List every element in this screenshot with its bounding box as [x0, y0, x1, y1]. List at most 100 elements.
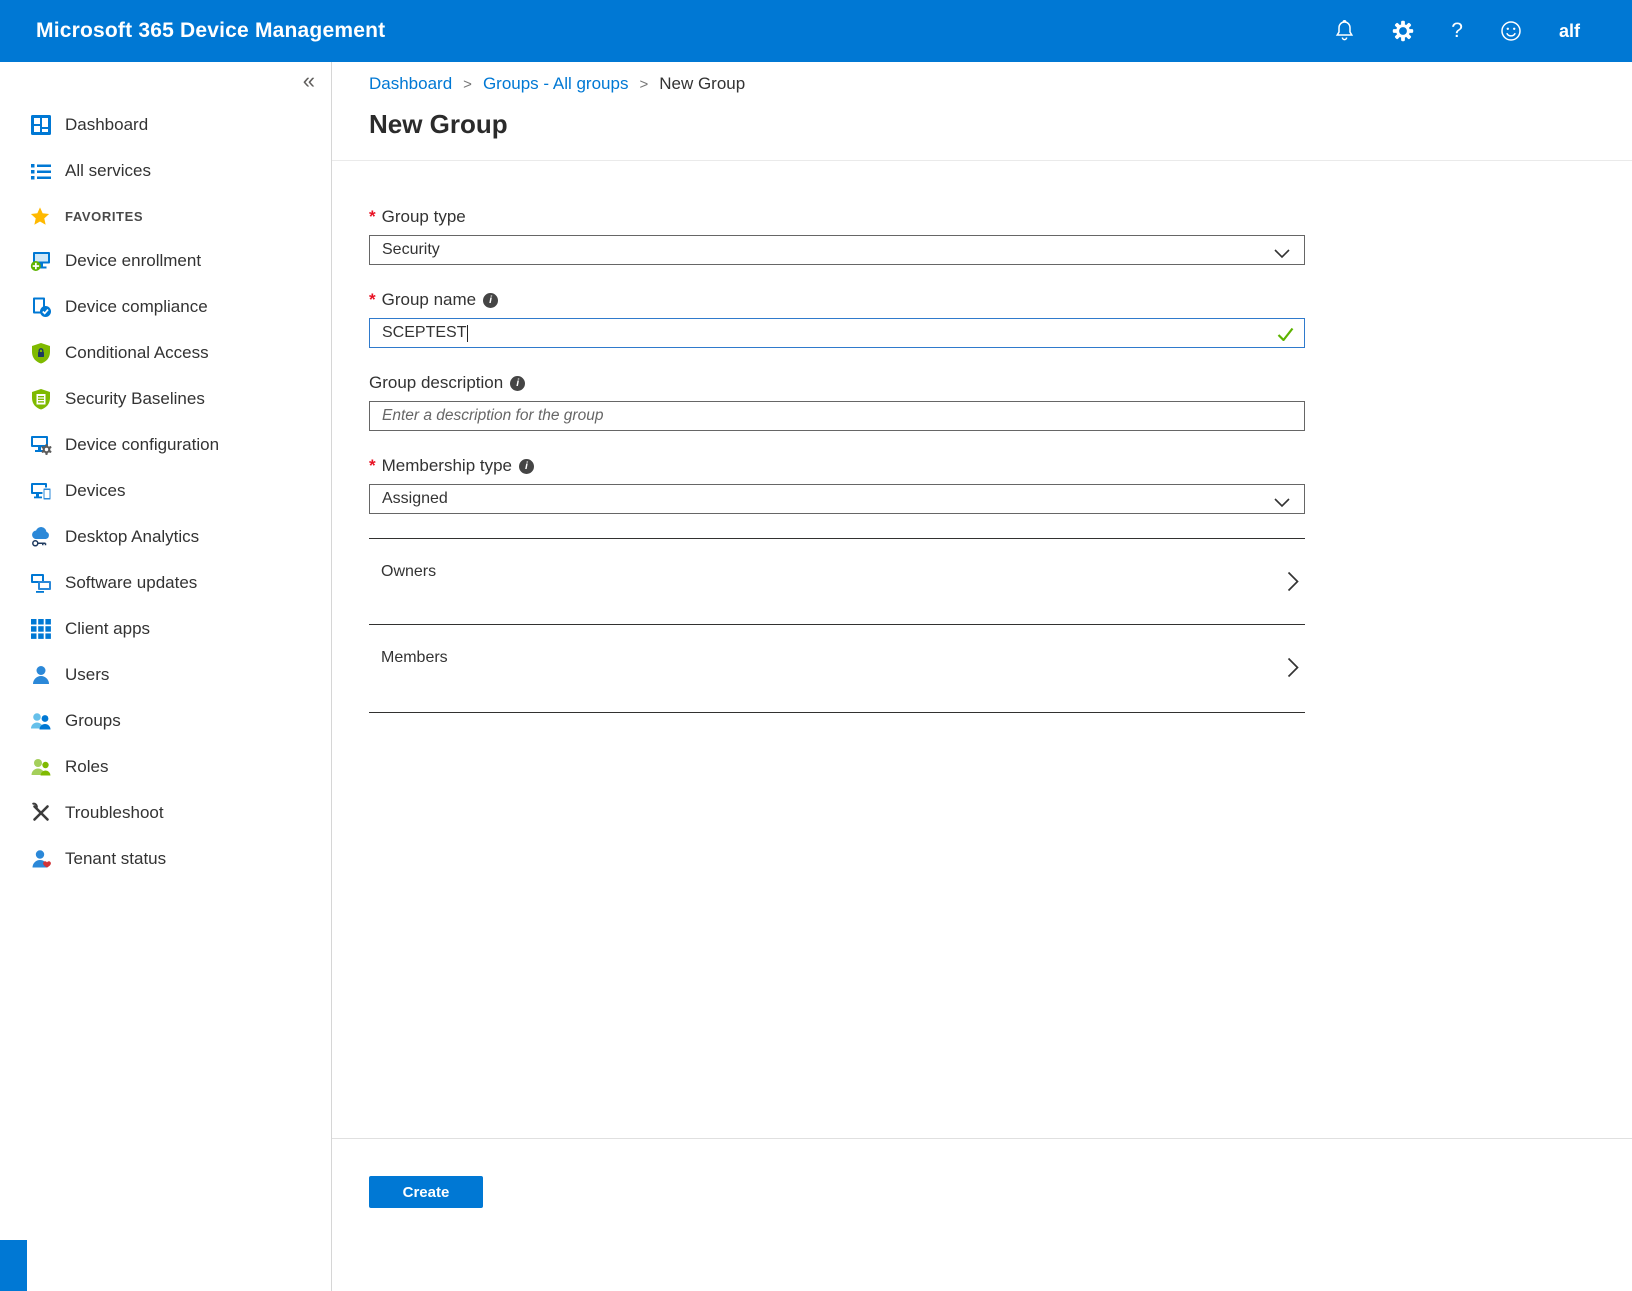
breadcrumb-separator-icon: >: [463, 76, 472, 93]
members-label: Members: [381, 649, 448, 667]
info-icon: i: [510, 376, 525, 391]
security-baselines-shield-icon: [30, 388, 52, 410]
group-type-label: * Group type: [369, 206, 1305, 228]
sidebar-item-all-services[interactable]: All services: [0, 148, 331, 194]
dashboard-icon: [30, 114, 52, 136]
membership-type-value: Assigned: [382, 490, 448, 508]
help-icon[interactable]: ?: [1451, 19, 1463, 43]
breadcrumb-dashboard[interactable]: Dashboard: [369, 74, 452, 94]
sidebar-item-label: Roles: [65, 757, 108, 777]
sidebar-item-label: Device configuration: [65, 435, 219, 455]
breadcrumb-separator-icon: >: [639, 76, 648, 93]
topbar-actions: ? alf: [1334, 19, 1632, 43]
sidebar-item-device-configuration[interactable]: Device configuration: [0, 422, 331, 468]
favorites-heading-label: FAVORITES: [65, 209, 143, 224]
sidebar: « Dashboard All services FAVORITES: [0, 62, 332, 1291]
desktop-analytics-cloud-icon: [30, 526, 52, 548]
sidebar-item-client-apps[interactable]: Client apps: [0, 606, 331, 652]
sidebar-item-label: Security Baselines: [65, 389, 205, 409]
required-marker: *: [369, 290, 376, 310]
users-person-icon: [30, 664, 52, 686]
membership-type-field: * Membership type i Assigned: [369, 455, 1305, 514]
group-description-field: Group description i: [369, 372, 1305, 431]
new-group-form: * Group type Security * Group name i: [369, 206, 1305, 713]
footer-divider: [332, 1138, 1632, 1139]
sidebar-collapse-icon[interactable]: «: [303, 68, 315, 94]
sidebar-item-groups[interactable]: Groups: [0, 698, 331, 744]
chevron-down-icon: [1274, 246, 1290, 264]
sidebar-item-label: Groups: [65, 711, 121, 731]
sidebar-item-tenant-status[interactable]: Tenant status: [0, 836, 331, 882]
breadcrumb-groups-all-groups[interactable]: Groups - All groups: [483, 74, 629, 94]
notifications-bell-icon[interactable]: [1334, 20, 1355, 42]
feedback-smiley-icon[interactable]: [1500, 20, 1522, 42]
software-updates-icon: [30, 572, 52, 594]
app-title: Microsoft 365 Device Management: [36, 19, 385, 43]
membership-type-label: * Membership type i: [369, 455, 1305, 477]
membership-sections: Owners Members: [369, 538, 1305, 713]
app-shell: « Dashboard All services FAVORITES: [0, 62, 1632, 1291]
main-content: Dashboard > Groups - All groups > New Gr…: [332, 62, 1632, 1291]
topbar: Microsoft 365 Device Management ?: [0, 0, 1632, 62]
members-row[interactable]: Members: [369, 624, 1305, 713]
all-services-list-icon: [30, 160, 52, 182]
owners-row[interactable]: Owners: [369, 538, 1305, 624]
sidebar-item-conditional-access[interactable]: Conditional Access: [0, 330, 331, 376]
sidebar-item-label: Desktop Analytics: [65, 527, 199, 547]
group-description-label: Group description i: [369, 372, 1305, 394]
client-apps-grid-icon: [30, 618, 52, 640]
chevron-right-icon: [1287, 571, 1299, 597]
sidebar-item-label: Client apps: [65, 619, 150, 639]
sidebar-item-security-baselines[interactable]: Security Baselines: [0, 376, 331, 422]
info-icon: i: [519, 459, 534, 474]
required-marker: *: [369, 456, 376, 476]
user-account[interactable]: alf: [1559, 21, 1580, 42]
sidebar-item-troubleshoot[interactable]: Troubleshoot: [0, 790, 331, 836]
sidebar-item-label: Users: [65, 665, 109, 685]
roles-people-icon: [30, 756, 52, 778]
group-name-label: * Group name i: [369, 289, 1305, 311]
devices-icon: [30, 480, 52, 502]
page-title: New Group: [369, 109, 1632, 140]
sidebar-item-software-updates[interactable]: Software updates: [0, 560, 331, 606]
settings-gear-icon[interactable]: [1392, 20, 1414, 42]
group-type-value: Security: [382, 241, 440, 259]
sidebar-item-roles[interactable]: Roles: [0, 744, 331, 790]
sidebar-item-desktop-analytics[interactable]: Desktop Analytics: [0, 514, 331, 560]
chevron-right-icon: [1287, 657, 1299, 683]
troubleshoot-tools-icon: [30, 802, 52, 824]
sidebar-item-label: Software updates: [65, 573, 197, 593]
sidebar-item-device-enrollment[interactable]: Device enrollment: [0, 238, 331, 284]
sidebar-item-label: All services: [65, 161, 151, 181]
sidebar-item-label: Troubleshoot: [65, 803, 164, 823]
sidebar-bottom-strip: [0, 1240, 27, 1291]
sidebar-item-label: Dashboard: [65, 115, 148, 135]
group-name-value: SCEPTEST: [382, 324, 466, 342]
sidebar-item-dashboard[interactable]: Dashboard: [0, 102, 331, 148]
membership-type-select[interactable]: Assigned: [369, 484, 1305, 514]
sidebar-item-label: Tenant status: [65, 849, 166, 869]
group-type-select[interactable]: Security: [369, 235, 1305, 265]
breadcrumb: Dashboard > Groups - All groups > New Gr…: [369, 73, 1632, 95]
group-type-field: * Group type Security: [369, 206, 1305, 265]
groups-people-icon: [30, 710, 52, 732]
sidebar-item-label: Devices: [65, 481, 125, 501]
create-button[interactable]: Create: [369, 1176, 483, 1208]
valid-check-icon: [1277, 327, 1294, 346]
info-icon: i: [483, 293, 498, 308]
sidebar-item-label: Device enrollment: [65, 251, 201, 271]
group-name-input[interactable]: SCEPTEST: [369, 318, 1305, 348]
title-divider: [332, 160, 1632, 161]
group-name-field: * Group name i SCEPTEST: [369, 289, 1305, 348]
group-description-input[interactable]: [369, 401, 1305, 431]
tenant-status-icon: [30, 848, 52, 870]
sidebar-item-label: Conditional Access: [65, 343, 209, 363]
sidebar-item-device-compliance[interactable]: Device compliance: [0, 284, 331, 330]
required-marker: *: [369, 207, 376, 227]
chevron-down-icon: [1274, 495, 1290, 513]
sidebar-item-devices[interactable]: Devices: [0, 468, 331, 514]
sidebar-nav: Dashboard All services FAVORITES Device …: [0, 62, 331, 882]
sidebar-item-users[interactable]: Users: [0, 652, 331, 698]
owners-label: Owners: [381, 563, 436, 581]
conditional-access-shield-icon: [30, 342, 52, 364]
